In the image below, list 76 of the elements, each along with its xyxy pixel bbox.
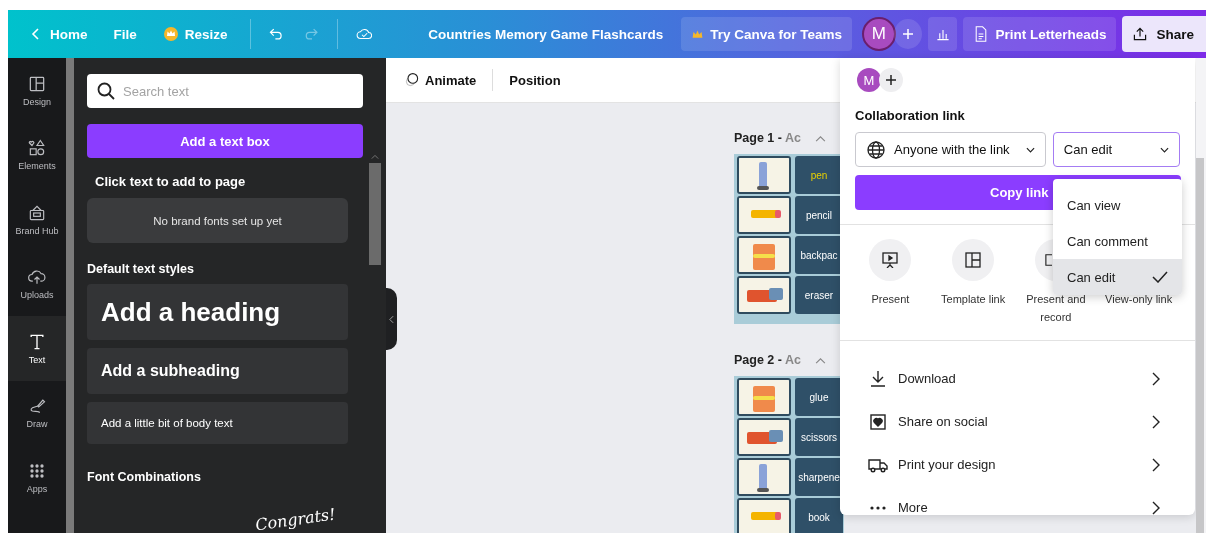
add-text-box-button[interactable]: Add a text box	[87, 124, 363, 158]
more-icon	[870, 505, 886, 510]
collapse-panel-handle[interactable]	[386, 288, 397, 350]
brand-fonts-notice: No brand fonts set up yet	[87, 198, 348, 243]
search-icon	[96, 81, 116, 101]
card-word: scissors	[800, 431, 838, 443]
caret-icon	[1025, 146, 1035, 153]
section-heading: Font Combinations	[87, 470, 201, 484]
document-title[interactable]: Countries Memory Game Flashcards	[428, 26, 664, 42]
collapse-caret-icon[interactable]	[814, 356, 826, 364]
social-icon	[868, 411, 888, 432]
card-word: book	[808, 511, 830, 523]
heading-style-button[interactable]: Add a heading	[87, 284, 348, 340]
body-style-button[interactable]: Add a little bit of body text	[87, 402, 348, 444]
card-word: pen	[810, 169, 828, 181]
card-word: sharpene	[798, 471, 840, 483]
chevron-icon	[1152, 371, 1160, 386]
chevron-icon	[1152, 457, 1160, 472]
page-label: Page 2 -	[734, 353, 782, 367]
template-icon	[965, 252, 982, 268]
teams-button[interactable]: Try Canva for Teams	[681, 17, 852, 51]
access-dropdown[interactable]: Anyone with the link	[855, 132, 1046, 167]
collapse-caret-icon[interactable]	[814, 134, 826, 142]
crown-icon	[691, 27, 705, 41]
scroll-up-icon[interactable]	[371, 154, 379, 160]
animate-button[interactable]: Animate	[398, 68, 483, 92]
caret-icon	[1160, 146, 1169, 153]
sidebar-item[interactable]: Elements	[8, 122, 66, 187]
chevron-icon	[1152, 414, 1160, 429]
scrollbar-thumb[interactable]	[369, 163, 381, 265]
sidebar-item[interactable]: Apps	[8, 445, 66, 510]
card-word: backpac	[800, 249, 838, 261]
font-combination-preview[interactable]: Congrats!	[254, 504, 337, 533]
sidebar-item[interactable]: Draw	[8, 380, 66, 445]
section-heading: Collaboration link	[855, 108, 966, 123]
permission-dropdown[interactable]: Can edit	[1052, 132, 1180, 167]
insights-button[interactable]	[927, 17, 958, 51]
upload-icon	[1132, 26, 1149, 42]
share-button[interactable]: Share	[1122, 16, 1206, 52]
share-option[interactable]: Present	[849, 239, 932, 326]
scrollbar-thumb[interactable]	[1196, 158, 1204, 533]
share-action[interactable]: Share on social	[855, 400, 1180, 443]
chevron-icon	[1152, 500, 1160, 515]
user-avatar[interactable]: M	[857, 68, 881, 92]
add-people-button[interactable]	[879, 68, 903, 92]
globe-icon	[866, 139, 886, 160]
menu-item[interactable]: Can comment	[1053, 223, 1182, 259]
section-heading: Click text to add to page	[95, 174, 246, 189]
subheading-style-button[interactable]: Add a subheading	[87, 348, 348, 394]
card-word: eraser	[804, 289, 834, 301]
sidebar-item[interactable]: Text	[8, 316, 66, 381]
plus-icon	[883, 72, 899, 88]
sidebar-item[interactable]: Uploads	[8, 251, 66, 316]
download-icon	[868, 368, 888, 389]
share-action[interactable]: Download	[855, 357, 1180, 400]
search-field[interactable]: Search text	[87, 74, 363, 108]
animate-icon	[404, 72, 420, 88]
check-icon	[1152, 271, 1168, 283]
print-button[interactable]: Print Letterheads	[963, 17, 1117, 51]
user-avatar[interactable]: M	[861, 17, 896, 51]
card-word: pencil	[805, 209, 833, 221]
present-icon	[882, 252, 899, 268]
menu-item[interactable]: Can edit	[1053, 259, 1182, 295]
page-label: Page 1 -	[734, 131, 782, 145]
record-icon	[1045, 253, 1053, 267]
share-action[interactable]: Print your design	[855, 443, 1180, 486]
position-button[interactable]: Position	[503, 68, 567, 92]
section-heading: Default text styles	[87, 262, 194, 276]
crown-icon	[162, 26, 179, 42]
page-thumbnail[interactable]: glue scissors sharpene book	[734, 376, 844, 533]
share-option[interactable]: Template link	[931, 239, 1015, 326]
card-word: glue	[809, 391, 829, 403]
sidebar-item[interactable]: Design	[8, 58, 66, 123]
add-people-button[interactable]	[893, 19, 922, 49]
sidebar-item[interactable]: Brand Hub	[8, 187, 66, 252]
share-action[interactable]: More	[855, 486, 1180, 515]
